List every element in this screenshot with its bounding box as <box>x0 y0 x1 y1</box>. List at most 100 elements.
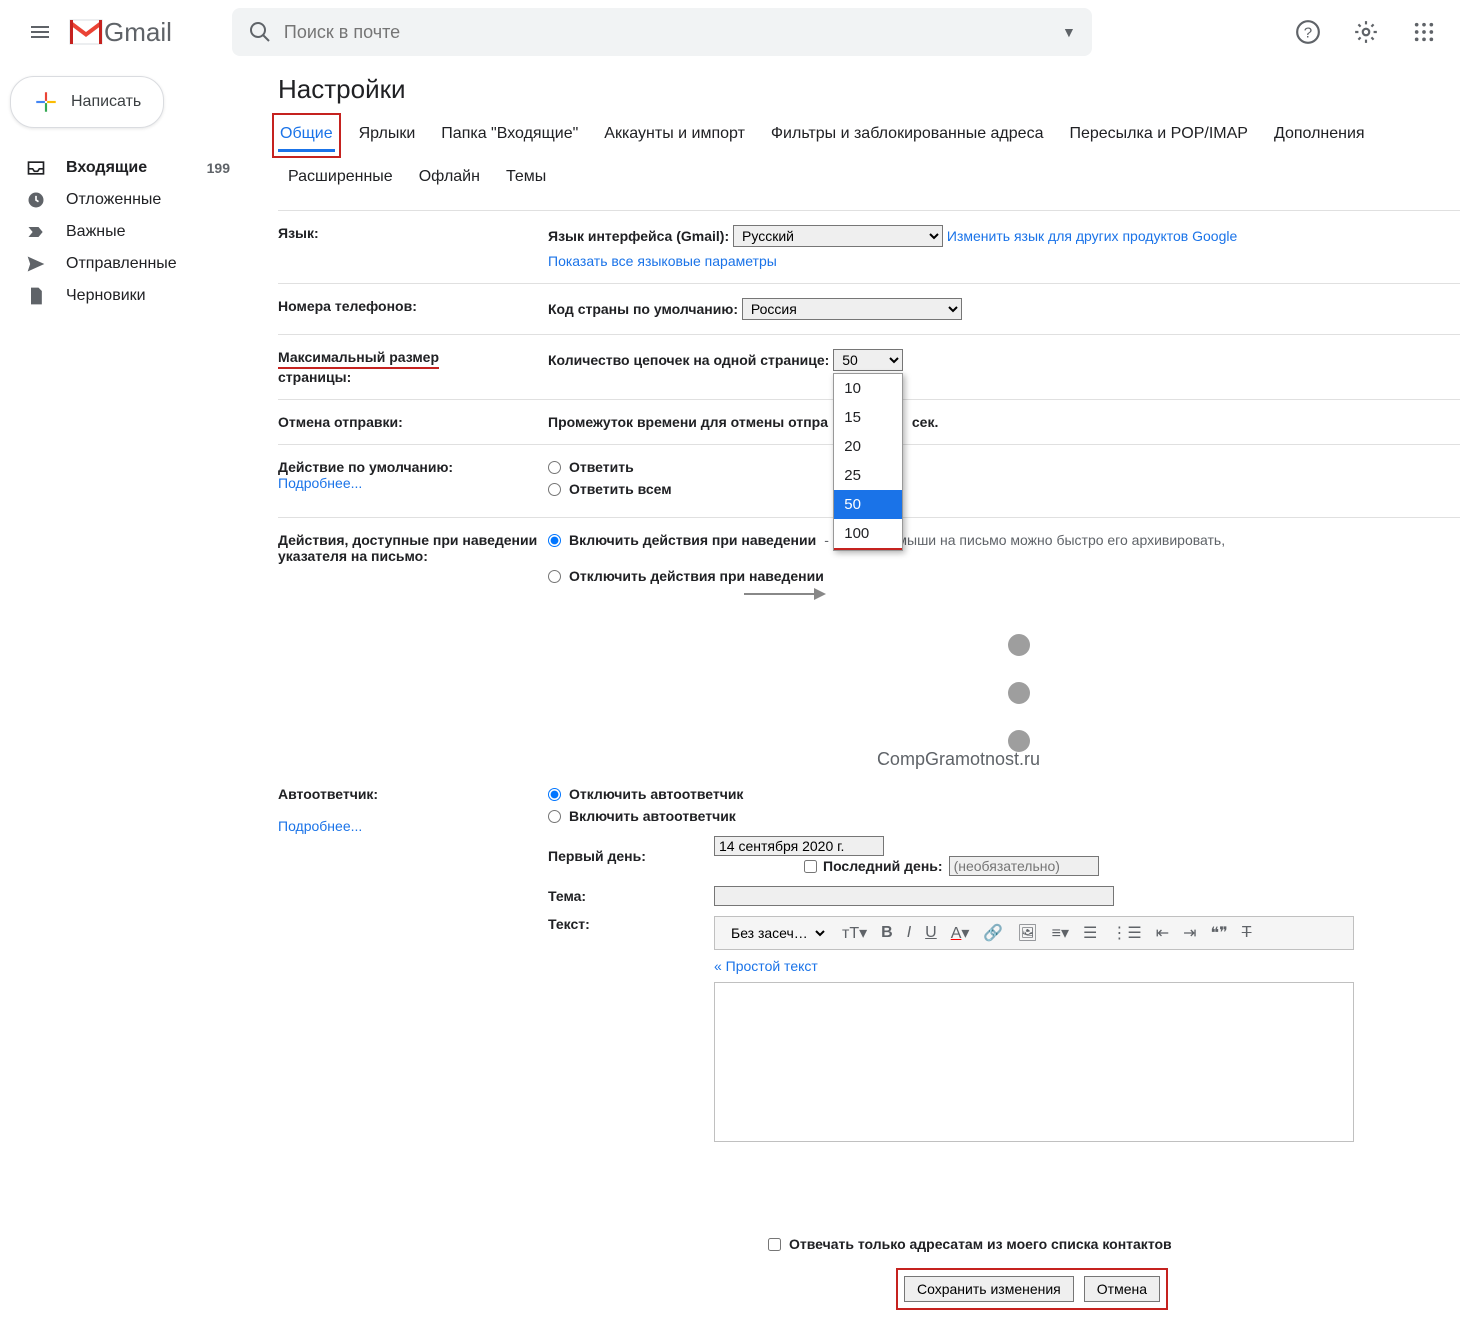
tab-inbox[interactable]: Папка "Входящие" <box>439 119 580 152</box>
settings-tabs: Общие Ярлыки Папка "Входящие" Аккаунты и… <box>278 119 1460 152</box>
reply-all-radio[interactable] <box>548 483 561 496</box>
nav-label: Важные <box>66 223 126 241</box>
dot-icon <box>1008 682 1030 704</box>
learn-more-link[interactable]: Подробнее... <box>278 475 362 491</box>
gear-icon <box>1353 19 1379 45</box>
tab-pop-imap[interactable]: Пересылка и POP/IMAP <box>1067 119 1249 152</box>
apps-button[interactable] <box>1404 12 1444 52</box>
dropdown-option[interactable]: 25 <box>834 461 902 490</box>
tab-accounts[interactable]: Аккаунты и импорт <box>602 119 747 152</box>
underline-icon[interactable]: U <box>925 924 937 942</box>
contacts-only-checkbox[interactable] <box>768 1238 781 1251</box>
tab-themes[interactable]: Темы <box>504 162 548 192</box>
font-size-icon[interactable]: тТ▾ <box>842 923 867 943</box>
row-pagesize: Максимальный размер страницы: Количество… <box>278 334 1460 399</box>
gmail-m-icon <box>68 18 104 46</box>
subject-label: Тема: <box>548 888 698 904</box>
row-vacation: Автоответчик: Подробнее... Отключить авт… <box>278 772 1460 1156</box>
text-color-icon[interactable]: A▾ <box>951 923 970 943</box>
search-dropdown-caret[interactable]: ▼ <box>1062 24 1076 40</box>
row-phones: Номера телефонов: Код страны по умолчани… <box>278 283 1460 334</box>
contacts-only-row: Отвечать только адресатам из моего списк… <box>768 1236 1460 1252</box>
nav-list: Входящие 199 Отложенные Важные Отправлен… <box>0 152 260 312</box>
nav-drafts[interactable]: Черновики <box>0 280 260 312</box>
gmail-logo[interactable]: Gmail <box>68 17 172 48</box>
search-input[interactable] <box>284 22 1062 43</box>
help-icon: ? <box>1295 19 1321 45</box>
tab-offline[interactable]: Офлайн <box>417 162 482 192</box>
image-icon[interactable]: 🖼 <box>1017 923 1037 943</box>
footer-buttons: Сохранить изменения Отмена <box>898 1270 1166 1308</box>
font-select[interactable]: Без засеч… <box>723 923 828 943</box>
nav-sent[interactable]: Отправленные <box>0 248 260 280</box>
row-language: Язык: Язык интерфейса (Gmail): Русский И… <box>278 210 1460 283</box>
search-box[interactable]: ▼ <box>232 8 1092 56</box>
pagesize-select[interactable]: 50 <box>833 349 903 371</box>
tab-general[interactable]: Общие <box>278 119 335 152</box>
dropdown-option[interactable]: 50 <box>834 490 902 519</box>
field-label: Язык интерфейса (Gmail): <box>548 228 729 244</box>
hamburger-menu[interactable] <box>16 8 64 56</box>
language-select[interactable]: Русский <box>733 225 943 247</box>
last-day-input[interactable] <box>949 856 1099 876</box>
last-day-checkbox[interactable] <box>804 860 817 873</box>
tab-labels[interactable]: Ярлыки <box>357 119 418 152</box>
settings-subtabs: Расширенные Офлайн Темы <box>278 162 1460 192</box>
italic-icon[interactable]: I <box>907 924 911 942</box>
field-label: Код страны по умолчанию: <box>548 301 738 317</box>
vacation-on-radio[interactable] <box>548 810 561 823</box>
tab-addons[interactable]: Дополнения <box>1272 119 1367 152</box>
plus-icon <box>33 89 59 115</box>
draft-icon <box>26 286 46 306</box>
align-icon[interactable]: ≡▾ <box>1052 923 1069 943</box>
indent-more-icon[interactable]: ⇥ <box>1183 923 1196 943</box>
bullet-list-icon[interactable]: ⋮☰ <box>1111 923 1141 943</box>
last-day-label: Последний день: <box>823 858 943 874</box>
compose-button[interactable]: Написать <box>10 76 164 128</box>
subject-input[interactable] <box>714 886 1114 906</box>
link-icon[interactable]: 🔗 <box>983 923 1003 943</box>
hover-off-radio[interactable] <box>548 570 561 583</box>
nav-label: Черновики <box>66 287 146 305</box>
inbox-icon <box>26 158 46 178</box>
hover-on-radio[interactable] <box>548 534 561 547</box>
learn-more-link[interactable]: Подробнее... <box>278 818 362 834</box>
show-all-lang-link[interactable]: Показать все языковые параметры <box>548 253 1460 269</box>
important-icon <box>26 222 46 242</box>
settings-button[interactable] <box>1346 12 1386 52</box>
pagesize-dropdown: 10 15 20 25 50 100 <box>833 373 903 551</box>
quote-icon[interactable]: ❝❞ <box>1211 923 1228 943</box>
change-lang-link[interactable]: Изменить язык для других продуктов Googl… <box>947 228 1237 244</box>
numbered-list-icon[interactable]: ☰ <box>1083 923 1097 943</box>
plain-text-link[interactable]: « Простой текст <box>714 958 818 974</box>
menu-icon <box>28 20 52 44</box>
clear-format-icon[interactable]: T <box>1242 924 1252 942</box>
nav-important[interactable]: Важные <box>0 216 260 248</box>
bold-icon[interactable]: B <box>881 924 893 942</box>
dropdown-option[interactable]: 20 <box>834 432 902 461</box>
tab-filters[interactable]: Фильтры и заблокированные адреса <box>769 119 1046 152</box>
reply-radio[interactable] <box>548 461 561 474</box>
cancel-button[interactable]: Отмена <box>1084 1276 1160 1302</box>
gmail-wordmark: Gmail <box>104 17 172 48</box>
indent-less-icon[interactable]: ⇤ <box>1156 923 1169 943</box>
editor-toolbar: Без засеч… тТ▾ B I U A▾ 🔗 🖼 ≡▾ ☰ ⋮☰ ⇤ <box>714 916 1354 950</box>
field-label: Промежуток времени для отмены отпра <box>548 414 828 430</box>
compose-label: Написать <box>71 93 141 111</box>
row-label: Отмена отправки: <box>278 414 548 430</box>
vacation-off-radio[interactable] <box>548 788 561 801</box>
dropdown-option[interactable]: 100 <box>834 519 902 550</box>
row-label: Действие по умолчанию: Подробнее... <box>278 459 548 503</box>
clock-icon <box>26 190 46 210</box>
dropdown-option[interactable]: 15 <box>834 403 902 432</box>
country-select[interactable]: Россия <box>742 298 962 320</box>
nav-snoozed[interactable]: Отложенные <box>0 184 260 216</box>
tab-advanced[interactable]: Расширенные <box>286 162 395 192</box>
message-body-editor[interactable] <box>714 982 1354 1142</box>
first-day-input[interactable] <box>714 836 884 856</box>
save-button[interactable]: Сохранить изменения <box>904 1276 1074 1302</box>
help-button[interactable]: ? <box>1288 12 1328 52</box>
dropdown-option[interactable]: 10 <box>834 374 902 403</box>
nav-inbox[interactable]: Входящие 199 <box>0 152 260 184</box>
page-title: Настройки <box>278 74 1460 105</box>
